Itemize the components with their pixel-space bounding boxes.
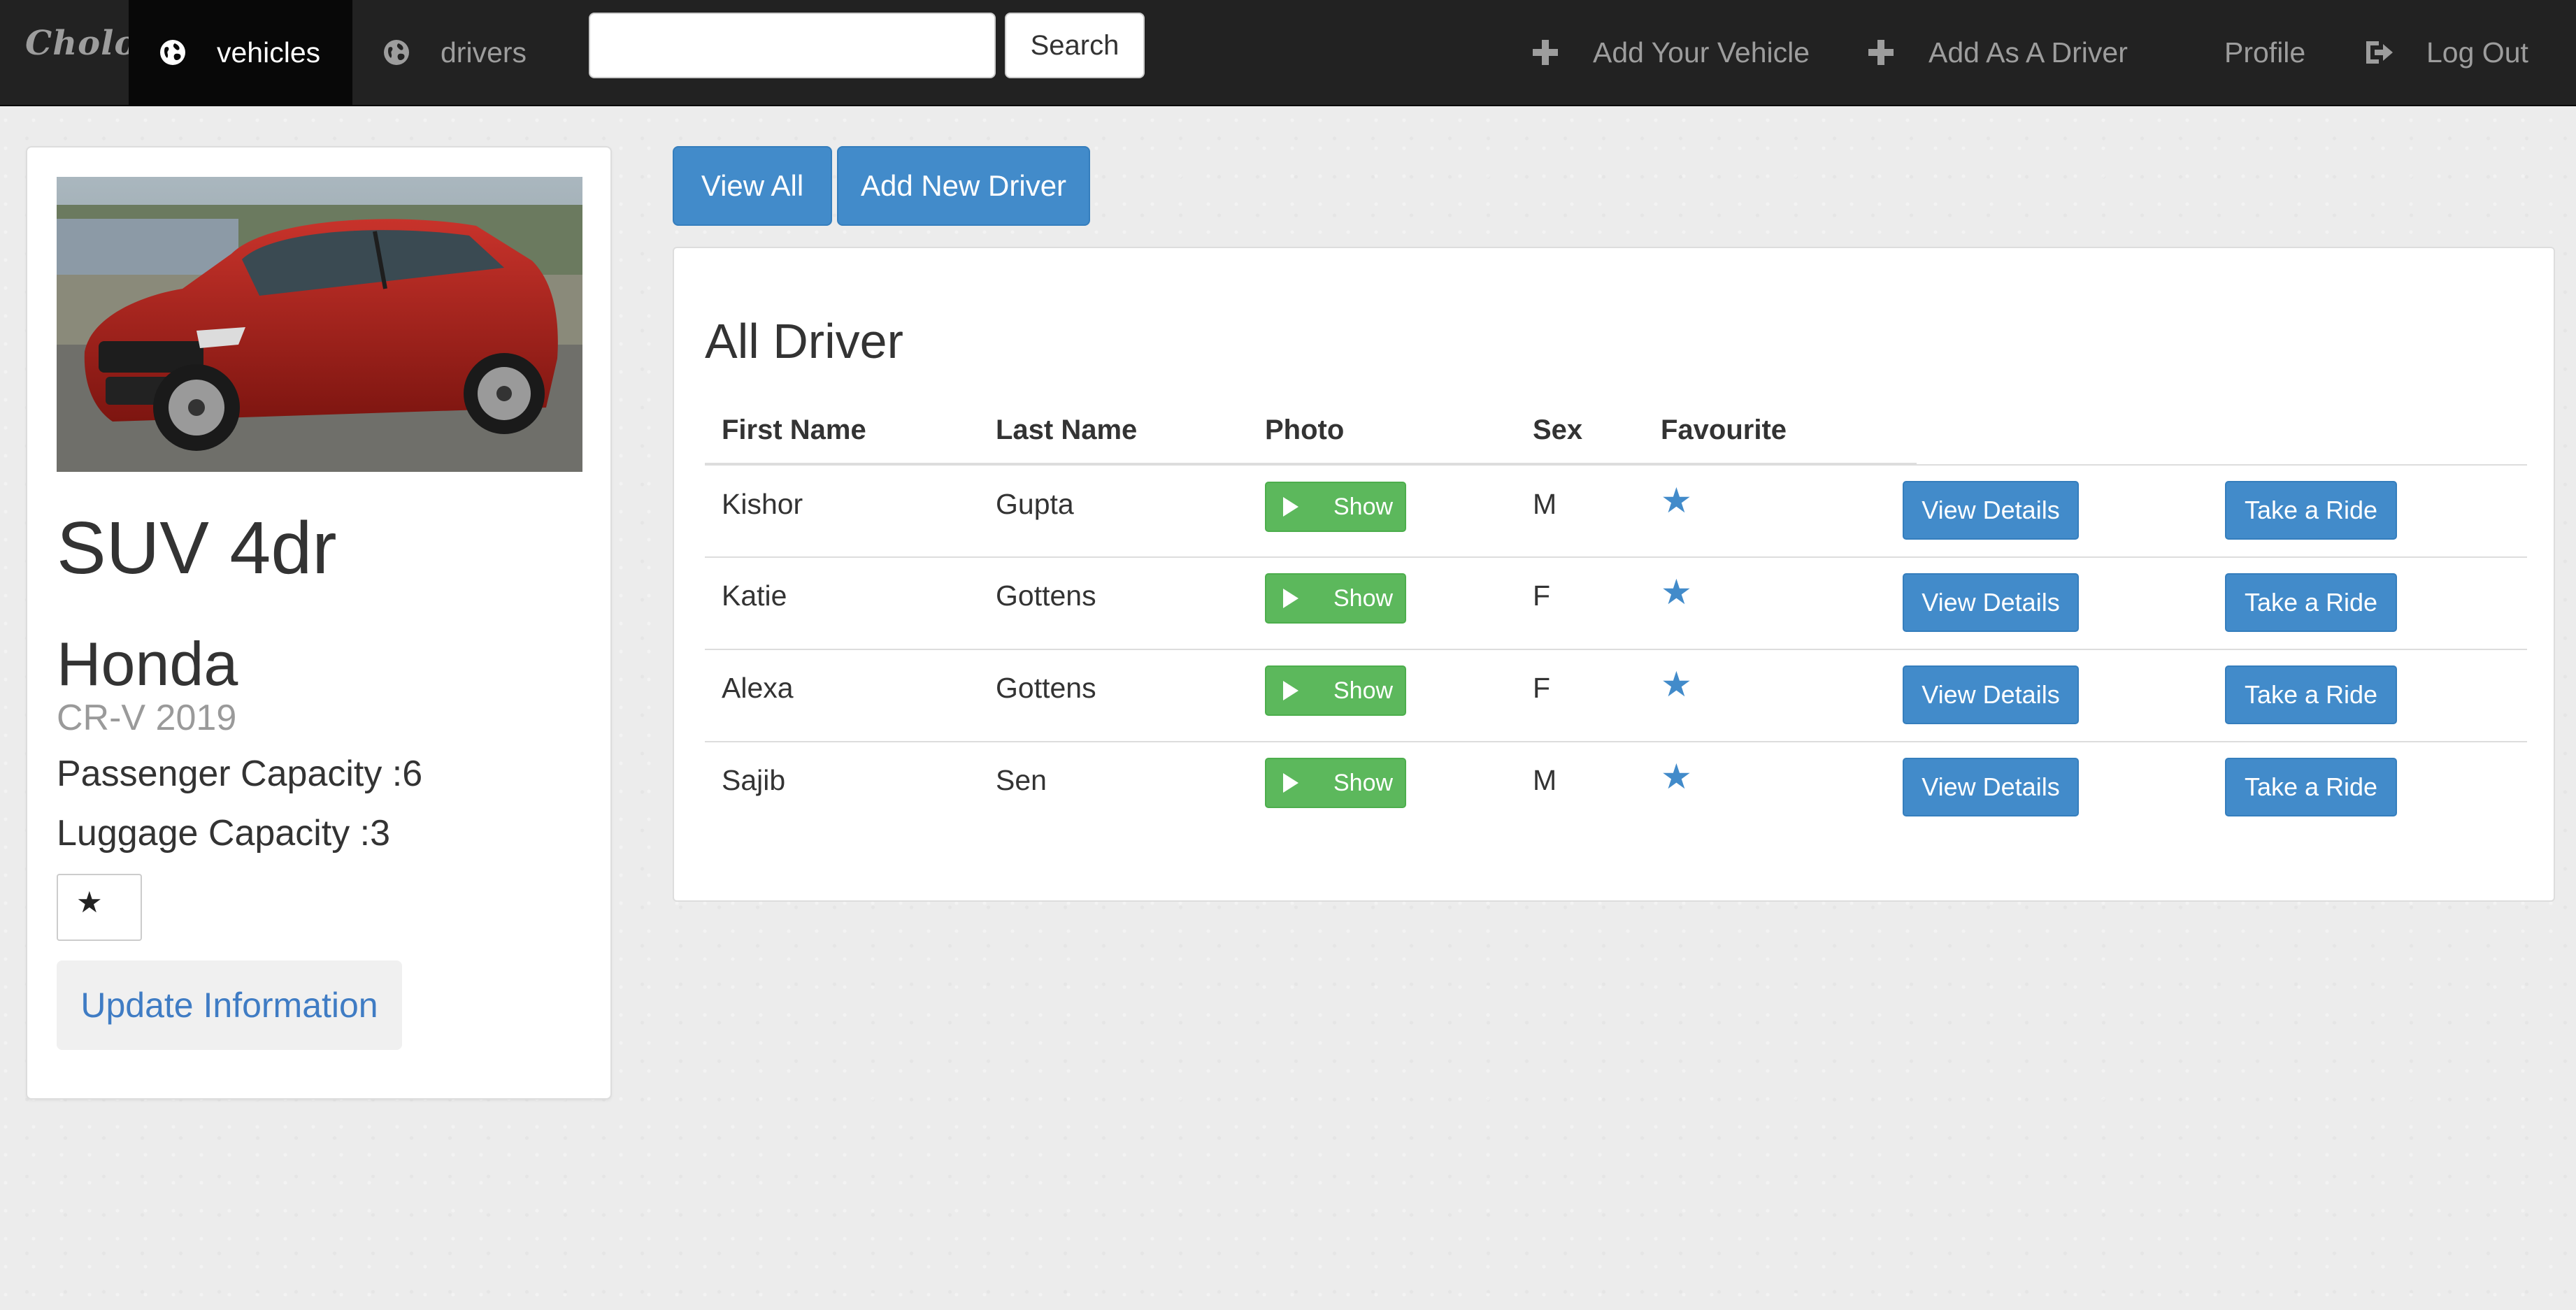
add-vehicle-link[interactable]: Add Your Vehicle xyxy=(1533,0,1810,105)
take-a-ride-button[interactable]: Take a Ride xyxy=(2225,665,2397,724)
cell-first-name: Katie xyxy=(722,580,787,612)
show-photo-button[interactable]: Show xyxy=(1265,482,1406,532)
car-photo xyxy=(57,177,582,472)
plus-icon xyxy=(1533,40,1558,65)
add-new-driver-button[interactable]: Add New Driver xyxy=(837,146,1090,226)
favourite-star-icon[interactable]: ★ xyxy=(1661,575,1692,610)
cell-last-name: Sen xyxy=(996,764,1047,796)
vehicle-card: SUV 4dr Honda CR-V 2019 Passenger Capaci… xyxy=(26,146,612,1100)
tab-vehicles-label: vehicles xyxy=(217,36,321,69)
row-divider xyxy=(705,649,2527,650)
profile-label: Profile xyxy=(2224,36,2306,69)
log-out-link[interactable]: Log Out xyxy=(2363,0,2528,105)
view-details-button[interactable]: View Details xyxy=(1903,665,2079,724)
top-navbar: Cholo vehicles drivers Search Add Your V… xyxy=(0,0,2576,106)
show-photo-button[interactable]: Show xyxy=(1265,665,1406,716)
plus-icon xyxy=(1868,40,1894,65)
cell-sex: F xyxy=(1533,672,1551,704)
favourite-star-icon[interactable]: ★ xyxy=(1661,759,1692,794)
globe-icon xyxy=(159,39,186,66)
add-driver-link[interactable]: Add As A Driver xyxy=(1868,0,2128,105)
cell-last-name: Gupta xyxy=(996,488,1074,520)
column-header-first-name: First Name xyxy=(722,415,866,445)
passenger-capacity: Passenger Capacity :6 xyxy=(57,754,423,794)
add-driver-label: Add As A Driver xyxy=(1929,36,2128,69)
vehicle-model: CR-V 2019 xyxy=(57,698,237,738)
cell-last-name: Gottens xyxy=(996,672,1096,704)
favourite-button[interactable]: ★ xyxy=(57,874,142,941)
cell-first-name: Sajib xyxy=(722,764,786,796)
add-vehicle-label: Add Your Vehicle xyxy=(1593,36,1810,69)
log-out-label: Log Out xyxy=(2426,36,2528,69)
view-details-button[interactable]: View Details xyxy=(1903,573,2079,632)
drivers-panel: All Driver First Name Last Name Photo Se… xyxy=(673,247,2555,902)
favourite-star-icon[interactable]: ★ xyxy=(1661,483,1692,518)
column-header-last-name: Last Name xyxy=(996,415,1138,445)
cell-sex: M xyxy=(1533,488,1557,520)
favourite-star-icon[interactable]: ★ xyxy=(1661,667,1692,702)
cell-last-name: Gottens xyxy=(996,580,1096,612)
search-button[interactable]: Search xyxy=(1005,13,1145,78)
cell-sex: F xyxy=(1533,580,1551,612)
star-icon: ★ xyxy=(76,886,103,919)
view-details-button[interactable]: View Details xyxy=(1903,758,2079,816)
take-a-ride-button[interactable]: Take a Ride xyxy=(2225,573,2397,632)
show-photo-label: Show xyxy=(1333,493,1394,520)
tab-drivers[interactable]: drivers xyxy=(352,0,555,105)
show-photo-label: Show xyxy=(1333,584,1394,612)
panel-title: All Driver xyxy=(705,314,903,368)
show-photo-label: Show xyxy=(1333,769,1394,796)
update-information-button[interactable]: Update Information xyxy=(57,960,402,1050)
play-icon xyxy=(1283,589,1298,608)
luggage-capacity: Luggage Capacity :3 xyxy=(57,813,391,854)
tab-drivers-label: drivers xyxy=(441,36,527,69)
play-icon xyxy=(1283,681,1298,700)
view-all-button[interactable]: View All xyxy=(673,146,832,226)
column-header-favourite: Favourite xyxy=(1661,415,1787,445)
view-details-button[interactable]: View Details xyxy=(1903,481,2079,540)
row-divider xyxy=(705,464,2527,466)
take-a-ride-button[interactable]: Take a Ride xyxy=(2225,481,2397,540)
cell-sex: M xyxy=(1533,764,1557,796)
tab-vehicles[interactable]: vehicles xyxy=(129,0,352,105)
cell-first-name: Kishor xyxy=(722,488,803,520)
row-divider xyxy=(705,556,2527,558)
log-out-icon xyxy=(2363,37,2394,68)
globe-icon xyxy=(383,39,410,66)
row-divider xyxy=(705,741,2527,742)
show-photo-button[interactable]: Show xyxy=(1265,573,1406,624)
play-icon xyxy=(1283,773,1298,793)
profile-link[interactable]: Profile xyxy=(2224,0,2305,105)
play-icon xyxy=(1283,497,1298,517)
brand-logo[interactable]: Cholo xyxy=(25,24,137,63)
vehicle-make: Honda xyxy=(57,629,238,698)
column-header-photo: Photo xyxy=(1265,415,1345,445)
cell-first-name: Alexa xyxy=(722,672,794,704)
show-photo-label: Show xyxy=(1333,677,1394,704)
search-input[interactable] xyxy=(589,13,996,78)
show-photo-button[interactable]: Show xyxy=(1265,758,1406,808)
column-header-sex: Sex xyxy=(1533,415,1583,445)
take-a-ride-button[interactable]: Take a Ride xyxy=(2225,758,2397,816)
vehicle-type: SUV 4dr xyxy=(57,507,337,589)
